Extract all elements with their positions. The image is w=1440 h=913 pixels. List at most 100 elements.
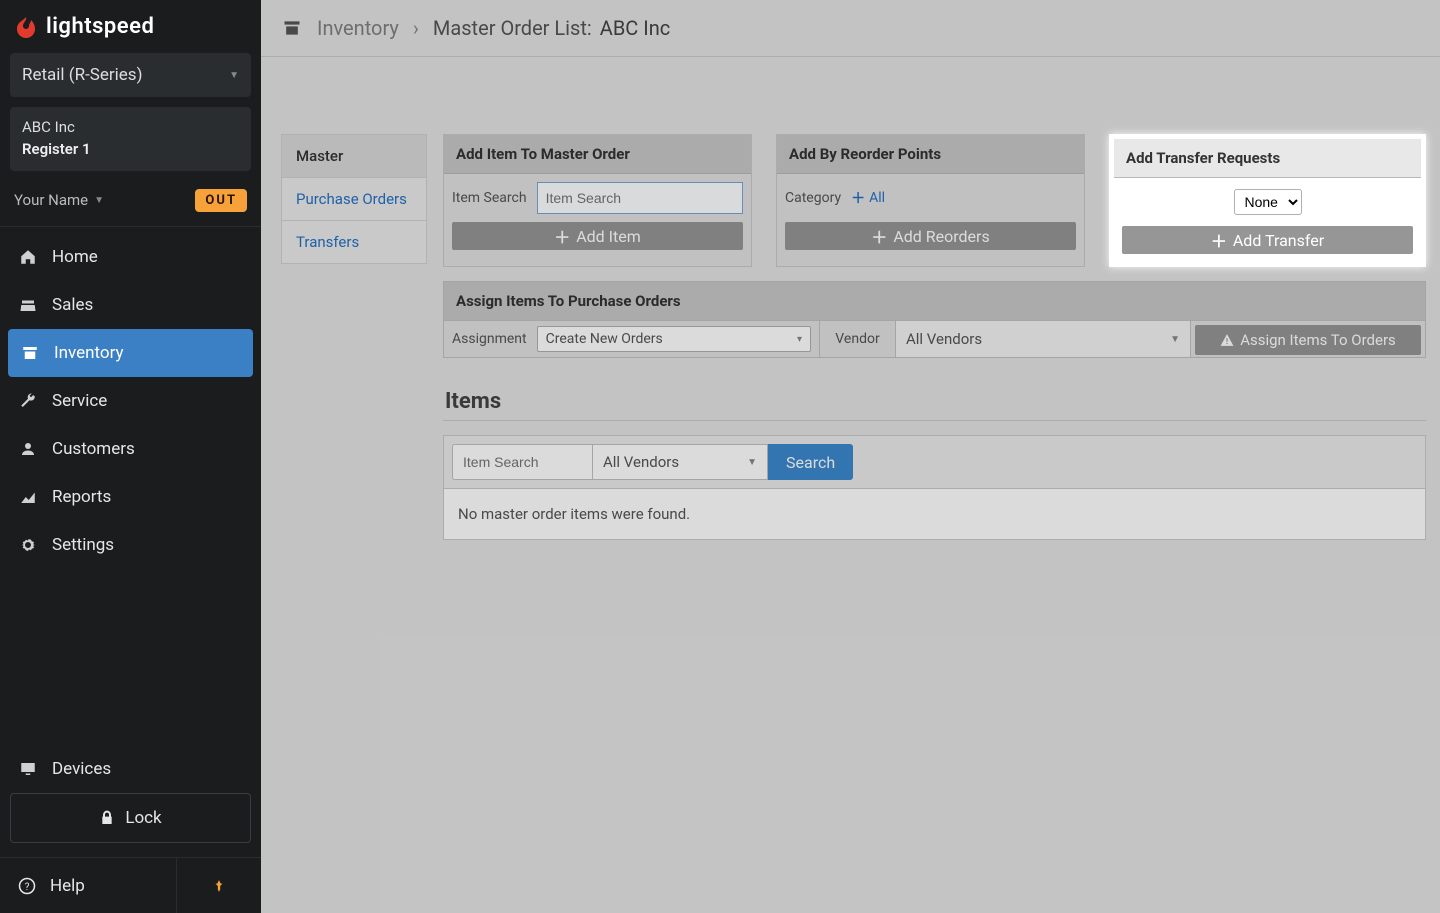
- inner-tabs: Master Purchase Orders Transfers: [281, 134, 427, 264]
- breadcrumb-root[interactable]: Inventory: [317, 16, 399, 40]
- transfer-select[interactable]: None: [1234, 189, 1302, 215]
- assignment-value: Create New Orders: [546, 331, 663, 347]
- items-vendor-value: All Vendors: [603, 453, 679, 471]
- assign-row: Assignment Create New Orders ▾ Vendor Al…: [443, 320, 1426, 358]
- items-vendor-select[interactable]: All Vendors ▼: [592, 444, 768, 480]
- chevron-down-icon: ▼: [1170, 334, 1180, 345]
- help-label: Help: [50, 876, 85, 896]
- lock-icon: [99, 810, 115, 826]
- plus-icon: ＋: [871, 224, 887, 248]
- assign-items-button[interactable]: Assign Items To Orders: [1195, 325, 1421, 355]
- category-all-link[interactable]: ＋ All: [851, 188, 885, 208]
- items-heading: Items: [445, 389, 1426, 414]
- lock-label: Lock: [125, 808, 161, 828]
- vendor-label: Vendor: [835, 331, 879, 347]
- nav-customers[interactable]: Customers: [0, 425, 261, 473]
- assign-cell-assignment: Assignment Create New Orders ▾: [444, 321, 820, 357]
- nav-devices[interactable]: Devices: [10, 745, 251, 793]
- nav-label: Sales: [52, 295, 93, 315]
- nav-reports[interactable]: Reports: [0, 473, 261, 521]
- panel-add-item: Add Item To Master Order Item Search ＋ A…: [443, 134, 752, 267]
- pin-button[interactable]: [177, 858, 261, 913]
- brand-word: lightspeed: [46, 14, 154, 39]
- chevron-right-icon: ›: [413, 16, 419, 40]
- home-icon: [18, 247, 38, 267]
- assignment-label: Assignment: [452, 331, 527, 347]
- warning-icon: [1220, 333, 1234, 347]
- lock-button[interactable]: Lock: [10, 793, 251, 843]
- assign-button-cell: Assign Items To Orders: [1191, 321, 1425, 357]
- monitor-icon: [18, 759, 38, 779]
- link-label: All: [869, 190, 885, 206]
- tab-transfers[interactable]: Transfers: [282, 221, 426, 263]
- flame-icon: [14, 15, 38, 39]
- empty-message: No master order items were found.: [443, 489, 1426, 540]
- button-label: Search: [786, 453, 835, 472]
- assign-section: Assign Items To Purchase Orders Assignme…: [443, 281, 1426, 358]
- archive-icon: [20, 343, 40, 363]
- items-section: Items All Vendors ▼ Search No master ord…: [443, 373, 1426, 540]
- chevron-down-icon: ▾: [797, 334, 802, 345]
- button-label: Add Reorders: [893, 227, 989, 246]
- nav-label: Service: [52, 391, 107, 411]
- plus-icon: ＋: [851, 188, 865, 208]
- add-transfer-button[interactable]: ＋ Add Transfer: [1122, 226, 1413, 254]
- user-name: Your Name: [14, 191, 88, 209]
- breadcrumb-label: Master Order List:: [433, 16, 592, 40]
- nav-label: Devices: [52, 759, 111, 779]
- nav-label: Reports: [52, 487, 111, 507]
- vendor-value: All Vendors: [906, 330, 982, 348]
- breadcrumb-value: ABC Inc: [600, 16, 670, 40]
- nav-label: Customers: [52, 439, 135, 459]
- store-name: ABC Inc: [22, 117, 239, 139]
- wrench-icon: [18, 391, 38, 411]
- add-item-button[interactable]: ＋ Add Item: [452, 222, 743, 250]
- tab-purchase-orders[interactable]: Purchase Orders: [282, 178, 426, 221]
- chart-icon: [18, 487, 38, 507]
- panel-heading: Add By Reorder Points: [777, 135, 1084, 174]
- category-label: Category: [785, 190, 841, 206]
- pin-icon: [212, 877, 226, 895]
- divider: [443, 420, 1426, 421]
- svg-text:?: ?: [25, 881, 30, 892]
- nav-inventory[interactable]: Inventory: [8, 329, 253, 377]
- panels-row: Add Item To Master Order Item Search ＋ A…: [443, 134, 1426, 267]
- button-label: Add Item: [576, 227, 641, 246]
- sidebar: lightspeed Retail (R-Series) ▼ ABC Inc R…: [0, 0, 261, 913]
- add-reorders-button[interactable]: ＋ Add Reorders: [785, 222, 1076, 250]
- plus-icon: ＋: [1211, 228, 1227, 252]
- assign-heading: Assign Items To Purchase Orders: [443, 281, 1426, 320]
- items-search-input[interactable]: [452, 444, 592, 480]
- tab-master[interactable]: Master: [282, 135, 426, 178]
- vendor-select[interactable]: All Vendors ▼: [896, 321, 1191, 357]
- product-switcher-label: Retail (R-Series): [22, 65, 143, 85]
- gear-icon: [18, 535, 38, 555]
- assignment-select[interactable]: Create New Orders ▾: [537, 326, 811, 352]
- store-info[interactable]: ABC Inc Register 1: [10, 107, 251, 171]
- brand-logo-row: lightspeed: [0, 0, 261, 51]
- chevron-down-icon: ▼: [94, 195, 104, 206]
- sidebar-bottom: Devices Lock: [0, 739, 261, 857]
- sidebar-footer: ? Help: [0, 857, 261, 913]
- panel-transfer-requests: Add Transfer Requests None ＋ Add Transfe…: [1109, 134, 1426, 267]
- out-badge[interactable]: OUT: [195, 189, 247, 212]
- search-button[interactable]: Search: [768, 444, 853, 480]
- content-area: Master Purchase Orders Transfers Add Ite…: [261, 57, 1440, 913]
- nav-home[interactable]: Home: [0, 233, 261, 281]
- nav-service[interactable]: Service: [0, 377, 261, 425]
- panel-heading: Add Item To Master Order: [444, 135, 751, 174]
- breadcrumb-bar: Inventory › Master Order List: ABC Inc: [261, 0, 1440, 57]
- item-search-input[interactable]: [537, 182, 743, 214]
- nav-settings[interactable]: Settings: [0, 521, 261, 569]
- register-icon: [18, 295, 38, 315]
- button-label: Assign Items To Orders: [1240, 331, 1396, 349]
- help-button[interactable]: ? Help: [0, 858, 177, 913]
- item-search-label: Item Search: [452, 190, 527, 206]
- vendor-label-cell: Vendor: [820, 321, 896, 357]
- product-switcher[interactable]: Retail (R-Series) ▼: [10, 53, 251, 97]
- panel-reorder-points: Add By Reorder Points Category ＋ All ＋ A…: [776, 134, 1085, 267]
- chevron-down-icon: ▼: [747, 457, 757, 468]
- nav-label: Inventory: [54, 343, 124, 363]
- user-row[interactable]: Your Name ▼ OUT: [10, 185, 251, 216]
- nav-sales[interactable]: Sales: [0, 281, 261, 329]
